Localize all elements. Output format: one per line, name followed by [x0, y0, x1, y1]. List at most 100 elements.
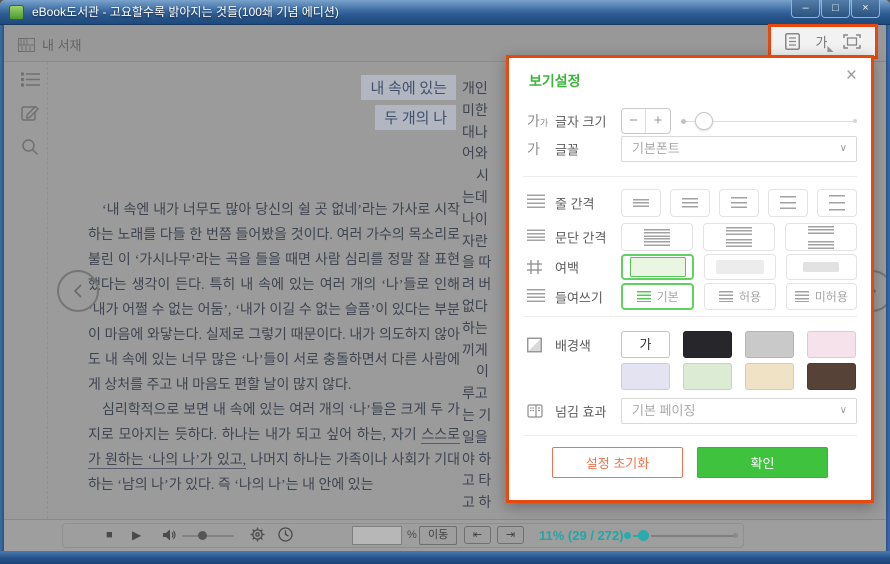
- page-effect-select[interactable]: 기본 페이징 ∨: [621, 398, 857, 424]
- line-spacing-option-3[interactable]: [719, 189, 759, 217]
- confirm-button[interactable]: 확인: [697, 447, 828, 478]
- paragraph-spacing-row: 문단 간격: [509, 223, 871, 251]
- line-spacing-option-2[interactable]: [670, 189, 710, 217]
- bg-swatch-cream[interactable]: [745, 363, 794, 390]
- paragraph-spacing-option-2[interactable]: [703, 223, 775, 251]
- tts-settings-gear-icon[interactable]: [250, 527, 265, 542]
- next-page-text-edge: 개인 미한 대나 어와 시 는데 나이 자란 을 따 려 버 없다 하는 끼게 …: [462, 79, 508, 519]
- bg-swatch-green[interactable]: [683, 363, 732, 390]
- tts-stop-button[interactable]: ■: [106, 529, 113, 541]
- paragraph-2-start: 심리학적으로 보면 내 속에 있는 여러 개의 ‘나’들은 크게 두 가지로 모…: [88, 403, 460, 443]
- font-size-decrease-button[interactable]: −: [622, 109, 646, 133]
- text-fragment: 하는: [462, 319, 508, 341]
- progress-slider-track[interactable]: [651, 535, 735, 537]
- window-border-right: [886, 25, 890, 564]
- margin-option-small[interactable]: [621, 254, 694, 280]
- chapter-title: 내 속에 있는 두 개의 나: [361, 75, 456, 135]
- line-spacing-option-5[interactable]: [817, 189, 857, 217]
- bg-swatch-dark[interactable]: [683, 331, 732, 358]
- chapter-title-line1: 내 속에 있는: [361, 75, 456, 100]
- app-logo-icon: [9, 5, 24, 20]
- volume-icon[interactable]: [162, 528, 176, 542]
- font-family-select[interactable]: 기본폰트 ∨: [621, 136, 857, 162]
- panel-title: 보기설정: [529, 71, 581, 91]
- text-fragment: 나이: [462, 210, 508, 232]
- text-fragment: 어와: [462, 144, 508, 166]
- page-body-text: ‘내 속엔 내가 너무도 많아 당신의 쉴 곳 없네’라는 가사로 시작하는 노…: [88, 198, 460, 498]
- margin-option-large[interactable]: [786, 254, 857, 280]
- volume-slider[interactable]: [182, 535, 234, 537]
- page-effect-icon: [527, 404, 543, 418]
- margin-icon: [527, 260, 542, 274]
- background-color-label: 배경색: [555, 335, 591, 354]
- font-family-row: 가 글꼴 기본폰트 ∨: [509, 136, 871, 162]
- text-fragment: 려 버: [462, 275, 508, 297]
- jump-to-first-button[interactable]: ⇤: [464, 526, 491, 544]
- progress-slider-handle[interactable]: [638, 530, 649, 541]
- jump-to-last-button[interactable]: ⇥: [497, 526, 524, 544]
- indent-option-allow[interactable]: 허용: [704, 283, 775, 310]
- line-spacing-row: 줄 간격: [509, 189, 871, 217]
- percent-jump-input[interactable]: [352, 526, 402, 545]
- bg-swatch-white[interactable]: 가: [621, 331, 670, 358]
- font-size-slider-handle[interactable]: [695, 112, 713, 130]
- font-settings-glyph: 가: [816, 32, 828, 51]
- text-fragment: 없다: [462, 297, 508, 319]
- search-icon[interactable]: [21, 138, 39, 156]
- paragraph-spacing-option-1[interactable]: [621, 223, 693, 251]
- paragraph-spacing-option-3[interactable]: [785, 223, 857, 251]
- window-controls: – □ ×: [790, 0, 880, 18]
- margin-label: 여백: [555, 258, 579, 277]
- chapter-title-line2: 두 개의 나: [375, 105, 456, 130]
- reset-settings-button[interactable]: 설정 초기화: [552, 447, 683, 478]
- window-border-bottom: [0, 551, 890, 564]
- font-family-icon: 가: [527, 139, 540, 159]
- panel-close-icon[interactable]: ×: [846, 65, 857, 87]
- tts-play-button[interactable]: ▶: [132, 528, 141, 542]
- titlebar: eBook도서관 - 고요할수록 밝아지는 것들(100쇄 기념 에디션) – …: [0, 0, 890, 25]
- my-library-button[interactable]: 내 서재: [18, 35, 82, 54]
- font-size-slider[interactable]: [681, 109, 857, 133]
- indent-option-disallow[interactable]: 미허용: [786, 283, 857, 310]
- slider-max-dot: [853, 119, 857, 123]
- bg-swatch-gray[interactable]: [745, 331, 794, 358]
- text-fragment: 고 타: [462, 471, 508, 493]
- bg-swatch-pink[interactable]: [807, 331, 856, 358]
- line-spacing-label: 줄 간격: [555, 194, 595, 213]
- bookshelf-icon: [18, 38, 35, 52]
- note-edit-icon[interactable]: [21, 104, 39, 122]
- page-layout-icon[interactable]: [785, 33, 800, 50]
- close-button[interactable]: ×: [851, 0, 880, 18]
- previous-page-button[interactable]: [57, 270, 99, 312]
- maximize-button[interactable]: □: [821, 0, 850, 18]
- margin-option-medium[interactable]: [704, 254, 775, 280]
- reading-timer-clock-icon[interactable]: [278, 527, 293, 542]
- bg-swatch-lavender[interactable]: [621, 363, 670, 390]
- fullscreen-icon[interactable]: [843, 34, 861, 49]
- progress-end-dot: [733, 533, 738, 538]
- window-title: eBook도서관 - 고요할수록 밝아지는 것들(100쇄 기념 에디션): [32, 0, 339, 25]
- line-spacing-icon: [527, 195, 545, 212]
- table-of-contents-icon[interactable]: [21, 72, 40, 87]
- minimize-button[interactable]: –: [791, 0, 820, 18]
- text-fragment: 야 하: [462, 450, 508, 472]
- divider: [523, 176, 857, 177]
- volume-slider-handle[interactable]: [198, 531, 207, 540]
- indent-label: 들여쓰기: [555, 287, 603, 306]
- line-spacing-option-1[interactable]: [621, 189, 661, 217]
- text-fragment: 대나: [462, 123, 508, 145]
- font-size-stepper: − +: [621, 108, 671, 134]
- text-fragment: 고 하: [462, 493, 508, 515]
- text-fragment: 는 기: [462, 406, 508, 428]
- bg-swatch-brown[interactable]: [807, 363, 856, 390]
- font-settings-icon[interactable]: 가 ◣: [816, 32, 828, 51]
- go-button[interactable]: 이동: [419, 526, 457, 545]
- line-spacing-option-4[interactable]: [768, 189, 808, 217]
- font-size-increase-button[interactable]: +: [646, 109, 670, 133]
- page-effect-row: 넘김 효과 기본 페이징 ∨: [509, 398, 871, 424]
- window-border-left: [0, 25, 4, 564]
- text-fragment: 시: [462, 166, 508, 188]
- indent-option-default[interactable]: 기본: [621, 283, 694, 310]
- panel-actions: 설정 초기화 확인: [509, 447, 871, 478]
- chevron-left-icon: [72, 283, 84, 299]
